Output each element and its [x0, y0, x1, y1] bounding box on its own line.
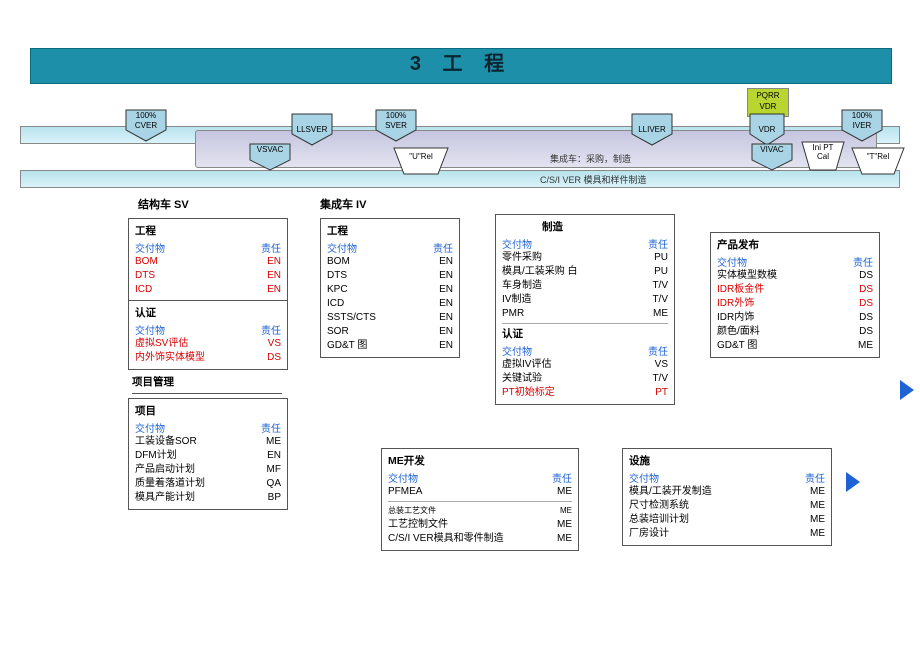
shield-iver-bot: IVER — [853, 121, 872, 130]
shield-vivac-bot: VIVAC — [760, 145, 783, 154]
card-iv-eng: 工程 交付物责任 BOMEN DTSEN KPCEN ICDEN SSTS/CT… — [320, 218, 460, 358]
card-facility: 设施 交付物责任 模具/工装开发制造ME 尺寸检测系统ME 总装培训计划ME 厂… — [622, 448, 832, 546]
card-mfg-cert: 制造 交付物责任 零件采购PU 模具/工装采购 白PU 车身制造T/V IV制造… — [495, 214, 675, 405]
section-iv: 集成车 IV — [320, 196, 366, 212]
shield-vdr-bot: VDR — [759, 125, 776, 134]
pqrr-l1: PQRR — [748, 90, 788, 101]
trap-urel: "U"Rel — [392, 146, 450, 176]
card-sv-cert: 认证 交付物责任 虚拟SV评估VS 内外饰实体模型DS — [128, 300, 288, 370]
shield-vsvac: VSVAC — [248, 140, 292, 174]
shield-llsver-bot: LLSVER — [297, 125, 328, 134]
shield-iver: 100%IVER — [840, 108, 884, 142]
trap-trel: "T"Rel — [850, 146, 906, 176]
arrow-next-facility[interactable] — [846, 472, 860, 492]
card-medev: ME开发 交付物责任 PFMEAME 总装工艺文件ME 工艺控制文件ME C/S… — [381, 448, 579, 551]
shield-cver: 100%CVER — [124, 108, 168, 142]
shield-lliver-bot: LLIVER — [638, 125, 666, 134]
track-mid-label: 集成车：采购，制造 — [550, 152, 631, 165]
shield-lliver: LLIVER — [630, 112, 674, 146]
shield-sver-top: 100% — [386, 111, 406, 120]
shield-iver-top: 100% — [852, 111, 872, 120]
shield-sver: 100%SVER — [374, 108, 418, 142]
section-sv: 结构车 SV — [138, 196, 189, 212]
card-sv-eng: 工程 交付物责任 BOMEN DTSEN ICDEN — [128, 218, 288, 302]
shield-sver-bot: SVER — [385, 121, 407, 130]
card-release: 产品发布 交付物责任 实体模型数模DS IDR板金件DS IDR外饰DS IDR… — [710, 232, 880, 358]
shield-llsver: LLSVER — [290, 112, 334, 146]
shield-cver-top: 100% — [136, 111, 156, 120]
card-sv-pm: 项目 交付物责任 工装设备SORME DFM计划EN 产品启动计划MF 质量着落… — [128, 398, 288, 510]
shield-vivac: VIVAC — [750, 140, 794, 174]
shield-cver-bot: CVER — [135, 121, 157, 130]
shield-vsvac-bot: VSVAC — [257, 145, 284, 154]
pqrr-l2: VDR — [748, 101, 788, 112]
title-bar: 3 工 程 — [30, 48, 892, 84]
arrow-next-right[interactable] — [900, 380, 914, 400]
trap-inipt: Ini PT Cal — [800, 140, 846, 172]
track-bot-label: C/S/I VER 模具和样件制造 — [540, 173, 647, 186]
sv-pm-title: 项目管理 — [132, 374, 282, 394]
